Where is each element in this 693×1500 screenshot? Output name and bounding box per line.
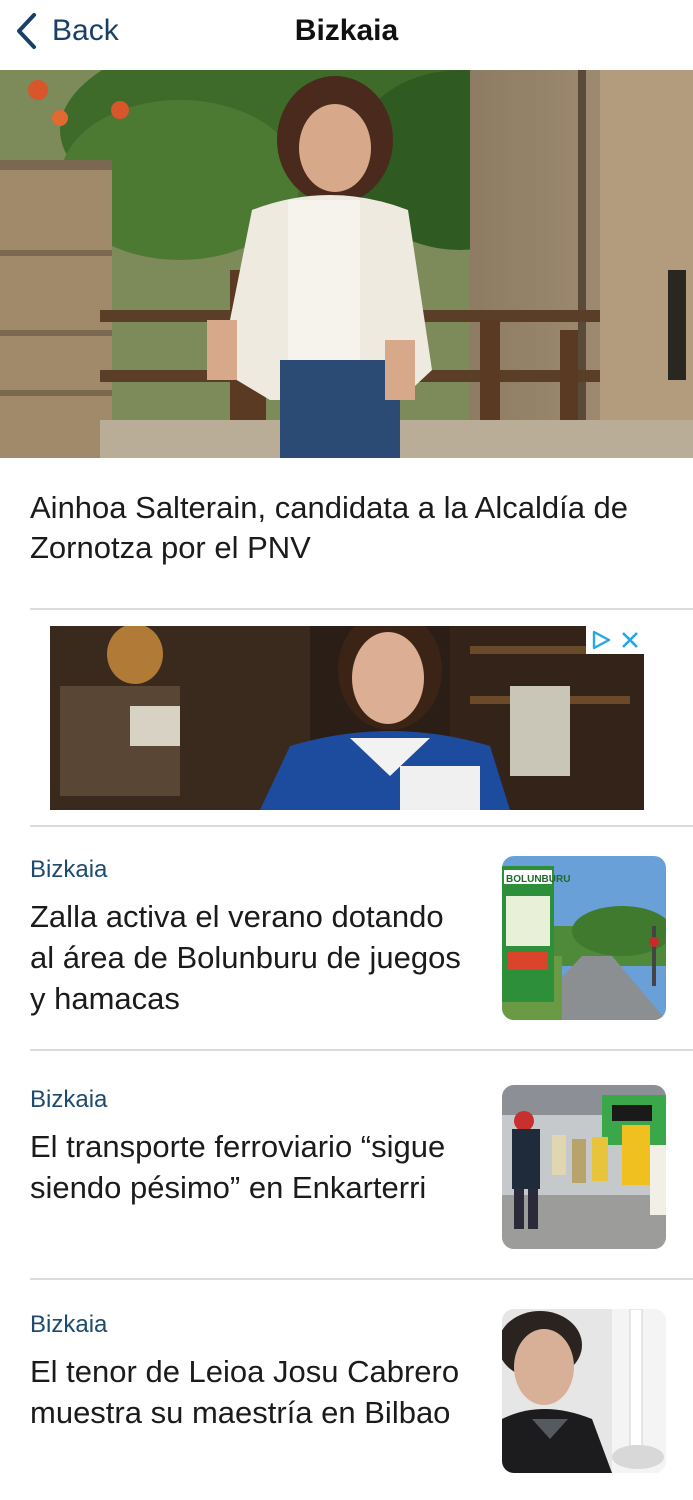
- list-item[interactable]: Bizkaia El transporte ferroviario “sigue…: [0, 1050, 693, 1278]
- list-item[interactable]: Bizkaia Zalla activa el verano dotando a…: [0, 826, 693, 1048]
- article-category[interactable]: Bizkaia: [30, 1311, 107, 1339]
- hero-image[interactable]: [0, 70, 693, 458]
- list-item[interactable]: Bizkaia El tenor de Leioa Josu Cabrero m…: [0, 1279, 693, 1500]
- page-title: Bizkaia: [294, 14, 399, 47]
- article-title[interactable]: Zalla activa el verano dotando al área d…: [30, 896, 475, 1019]
- article-category[interactable]: Bizkaia: [30, 1086, 107, 1114]
- ad-badge[interactable]: [586, 626, 644, 654]
- hero-headline[interactable]: Ainhoa Salterain, candidata a la Alcaldí…: [30, 488, 660, 568]
- close-icon[interactable]: [620, 630, 640, 650]
- divider: [30, 608, 693, 610]
- ad-banner[interactable]: [50, 626, 644, 810]
- article-thumbnail[interactable]: BOLUNBURU: [502, 856, 666, 1020]
- nav-bar: Back Bizkaia: [0, 0, 693, 70]
- article-title[interactable]: El transporte ferroviario “sigue siendo …: [30, 1126, 475, 1208]
- article-category[interactable]: Bizkaia: [30, 856, 107, 884]
- article-thumbnail[interactable]: [502, 1085, 666, 1249]
- article-thumbnail[interactable]: [502, 1309, 666, 1473]
- svg-text:BOLUNBURU: BOLUNBURU: [506, 874, 570, 885]
- article-title[interactable]: El tenor de Leioa Josu Cabrero muestra s…: [30, 1351, 475, 1433]
- adchoices-icon[interactable]: [590, 629, 612, 651]
